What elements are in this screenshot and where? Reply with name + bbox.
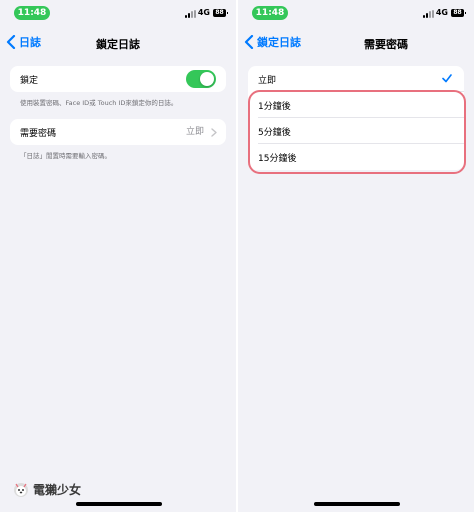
passcode-group: 需要密碼 立即 xyxy=(10,119,226,145)
chevron-right-icon xyxy=(211,128,217,137)
home-indicator xyxy=(314,502,400,506)
status-bar: 11:48 4G 88 xyxy=(238,0,474,28)
toggle-knob xyxy=(200,72,214,86)
lock-row: 鎖定 xyxy=(10,66,226,92)
status-time: 11:48 xyxy=(14,6,50,20)
signal-icon xyxy=(185,10,196,18)
network-label: 4G xyxy=(435,8,448,17)
watermark: 電獺少女 xyxy=(12,480,81,498)
lock-group: 鎖定 xyxy=(10,66,226,92)
screen-lock-journal: 11:48 4G 88 日誌 鎖定日誌 鎖定 使用裝置密碼、Face ID或 T… xyxy=(0,0,236,512)
chevron-back-icon xyxy=(244,35,254,49)
option-label: 立即 xyxy=(258,75,277,86)
back-label: 鎖定日誌 xyxy=(257,36,301,49)
page-title: 需要密碼 xyxy=(364,38,408,51)
option-immediately[interactable]: 立即 xyxy=(248,66,464,92)
require-passcode-label: 需要密碼 xyxy=(20,128,57,139)
status-bar: 11:48 4G 88 xyxy=(0,0,236,28)
signal-icon xyxy=(423,10,434,18)
require-passcode-value: 立即 xyxy=(185,127,204,137)
nav-bar: 日誌 鎖定日誌 xyxy=(0,30,236,54)
require-passcode-row[interactable]: 需要密碼 立即 xyxy=(10,119,226,145)
back-button[interactable]: 鎖定日誌 xyxy=(244,34,301,50)
lock-label: 鎖定 xyxy=(20,75,39,86)
passcode-footnote: 「日誌」閒置時需要輸入密碼。 xyxy=(20,152,111,160)
network-label: 4G xyxy=(197,8,210,17)
battery-icon: 88 xyxy=(213,9,228,17)
watermark-text: 電獺少女 xyxy=(33,482,82,497)
highlight-annotation xyxy=(248,90,466,174)
home-indicator xyxy=(76,502,162,506)
lock-footnote: 使用裝置密碼、Face ID或 Touch ID來鎖定你的日誌。 xyxy=(20,99,178,107)
status-time: 11:48 xyxy=(252,6,288,20)
checkmark-icon xyxy=(442,74,452,83)
battery-icon: 88 xyxy=(451,9,466,17)
lock-toggle[interactable] xyxy=(186,70,216,88)
otter-logo-icon xyxy=(14,483,28,497)
page-title: 鎖定日誌 xyxy=(96,38,140,51)
screen-require-passcode: 11:48 4G 88 鎖定日誌 需要密碼 立即 1分鐘後 5分鐘後 15分鐘後 xyxy=(238,0,474,512)
nav-bar: 鎖定日誌 需要密碼 xyxy=(238,30,474,54)
